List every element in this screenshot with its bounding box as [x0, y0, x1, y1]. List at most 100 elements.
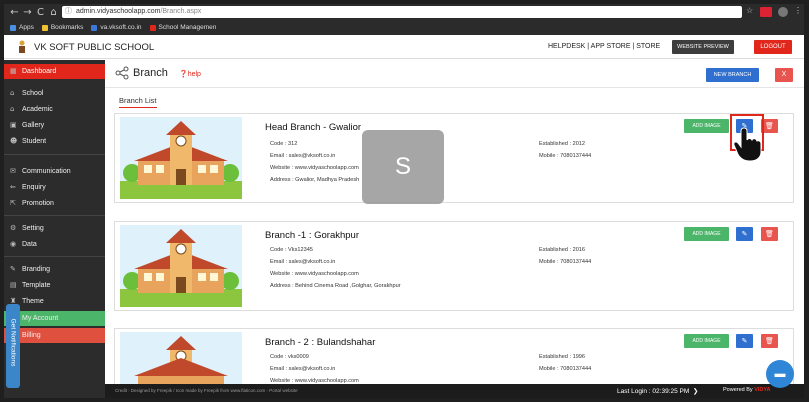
- url-input[interactable]: ⓘ admin.vidyaschoolapp.com/Branch.aspx: [62, 6, 742, 18]
- overlay-badge: S: [362, 130, 444, 204]
- last-login-text: Last Login : 02:39:25 PM: [617, 388, 690, 395]
- delete-icon[interactable]: 🗑: [761, 334, 778, 348]
- url-path: /Branch.aspx: [160, 8, 202, 15]
- branch-mobile: Mobile : 7080137444: [539, 259, 592, 265]
- branch-established: Established : 1996: [539, 354, 586, 360]
- add-image-button[interactable]: ADD IMAGE: [684, 119, 729, 133]
- envelope-icon: ✉: [10, 167, 16, 175]
- extension-icon[interactable]: [760, 7, 772, 17]
- new-branch-button[interactable]: NEW BRANCH: [706, 68, 759, 82]
- branch-address: Address : Gwalior, Madhya Pradesh: [270, 177, 360, 183]
- logout-button[interactable]: LOGOUT: [754, 40, 792, 54]
- page-icon: [91, 24, 98, 31]
- branch-email: Email : sales@vksoft.co.in: [270, 259, 336, 265]
- sidebar-item-label: Communication: [22, 168, 71, 175]
- branch-website: Website : www.vidyaschoolapp.com: [270, 165, 359, 171]
- profile-icon[interactable]: [778, 7, 788, 17]
- template-icon: ▤: [10, 281, 17, 289]
- sidebar-item-promotion[interactable]: ⇱ Promotion: [4, 196, 105, 211]
- sidebar-item-label: Student: [22, 138, 47, 145]
- branch-card: Head Branch - Gwalior Code : 312 Email :…: [114, 113, 794, 203]
- sidebar-item-label: Promotion: [22, 200, 54, 207]
- branch-established: Established : 2012: [539, 141, 586, 147]
- chat-icon[interactable]: ▬: [766, 360, 794, 388]
- help-label: help: [187, 71, 201, 78]
- student-icon: ☻: [10, 137, 18, 145]
- reload-icon[interactable]: C: [34, 7, 47, 18]
- footer-credit: Credit : Designed by Freepik / Icon made…: [115, 388, 298, 393]
- menu-icon[interactable]: ⋮: [794, 6, 802, 15]
- school-logo-icon: [19, 40, 25, 53]
- sidebar-item-school[interactable]: ⌂ School: [4, 86, 105, 101]
- bookmark-apps[interactable]: Apps: [10, 24, 34, 31]
- sidebar-item-dashboard[interactable]: ▦ Dashboard: [4, 64, 105, 79]
- sidebar-item-template[interactable]: ▤ Template: [4, 278, 105, 293]
- branch-name: Branch -1 : Gorakhpur: [265, 230, 359, 241]
- sidebar-item-label: Enquiry: [22, 184, 46, 191]
- bookmarks-bar: Apps Bookmarks va.vksoft.co.in School Ma…: [4, 20, 804, 35]
- bookmark-vksoft[interactable]: va.vksoft.co.in: [91, 24, 142, 31]
- notifications-tab[interactable]: Get Notifications: [6, 304, 20, 388]
- edit-icon[interactable]: ✎: [736, 227, 753, 241]
- delete-icon[interactable]: 🗑: [761, 227, 778, 241]
- home-icon[interactable]: ⌂: [47, 7, 60, 18]
- sidebar-item-branding[interactable]: ✎ Branding: [4, 262, 105, 277]
- sidebar-item-label: School: [22, 90, 44, 97]
- app-header: VK SOFT PUBLIC SCHOOL HELPDESK | APP STO…: [4, 35, 804, 59]
- branch-code: Code : vks0009: [270, 354, 309, 360]
- branch-website: Website : www.vidyaschoolapp.com: [270, 271, 359, 277]
- notifications-label: Get Notifications: [9, 318, 17, 367]
- forward-icon[interactable]: →: [21, 7, 34, 18]
- bookmark-bookmarks[interactable]: Bookmarks: [41, 24, 83, 31]
- school-building-image: [120, 225, 242, 307]
- branch-name: Head Branch - Gwalior: [265, 122, 362, 133]
- sidebar-item-data[interactable]: ◉ Data: [4, 237, 105, 252]
- sidebar-item-label: Billing: [22, 332, 41, 339]
- data-icon: ◉: [10, 240, 17, 248]
- sidebar-item-label: Dashboard: [22, 68, 57, 75]
- sidebar-divider: [4, 215, 105, 216]
- brush-icon: ✎: [10, 265, 16, 273]
- sidebar-item-label: Data: [22, 241, 37, 248]
- sidebar-item-enquiry[interactable]: ⇐ Enquiry: [4, 180, 105, 195]
- help-icon: ❓: [179, 71, 188, 78]
- page-header: Branch ❓help NEW BRANCH X: [105, 60, 804, 88]
- header-links[interactable]: HELPDESK | APP STORE | STORE: [548, 43, 660, 50]
- chevron-right-icon[interactable]: ❯: [693, 388, 698, 395]
- back-icon[interactable]: ←: [8, 7, 21, 18]
- school-name: VK SOFT PUBLIC SCHOOL: [34, 42, 155, 53]
- url-host: admin.vidyaschoolapp.com: [76, 8, 161, 15]
- sidebar-item-label: My Account: [22, 315, 59, 322]
- sidebar-item-label: Gallery: [22, 122, 45, 129]
- sidebar-item-student[interactable]: ☻ Student: [4, 134, 105, 149]
- pointer-hand-icon: [733, 127, 762, 162]
- sidebar-item-label: Branding: [22, 266, 51, 273]
- sidebar-divider: [4, 154, 105, 155]
- add-image-button[interactable]: ADD IMAGE: [684, 227, 729, 241]
- share-icon: [115, 66, 129, 80]
- star-icon: [41, 24, 48, 31]
- sidebar-item-setting[interactable]: ⚙ Setting: [4, 221, 105, 236]
- edit-icon[interactable]: ✎: [736, 334, 753, 348]
- last-login: Last Login : 02:39:25 PM ❯: [617, 387, 698, 395]
- branch-code: Code : Vks12345: [270, 247, 313, 253]
- branch-mobile: Mobile : 7080137444: [539, 366, 592, 372]
- bookmark-school-management[interactable]: School Managemen: [149, 24, 216, 31]
- browser-chrome: ← → C ⌂ ⓘ admin.vidyaschoolapp.com/Branc…: [4, 4, 804, 35]
- branch-list-title: Branch List: [119, 96, 157, 108]
- branch-email: Email : sales@vksoft.co.in: [270, 366, 336, 372]
- close-button[interactable]: X: [775, 68, 793, 82]
- sidebar-divider: [4, 256, 105, 257]
- gear-icon: ⚙: [10, 224, 17, 232]
- website-preview-button[interactable]: WEBSITE PREVIEW: [672, 40, 734, 54]
- sidebar-item-gallery[interactable]: ▣ Gallery: [4, 118, 105, 133]
- sidebar-item-academic[interactable]: ⌂ Academic: [4, 102, 105, 117]
- star-icon[interactable]: ☆: [746, 6, 753, 15]
- page-title: Branch: [133, 67, 168, 79]
- info-icon: ⓘ: [65, 8, 72, 15]
- help-link[interactable]: ❓help: [179, 70, 201, 78]
- sidebar-item-communication[interactable]: ✉ Communication: [4, 164, 105, 179]
- branch-address: Address : Behind Cinema Road ,Golghar, G…: [270, 283, 401, 289]
- add-image-button[interactable]: ADD IMAGE: [684, 334, 729, 348]
- branch-email: Email : sales@vksoft.co.in: [270, 153, 336, 159]
